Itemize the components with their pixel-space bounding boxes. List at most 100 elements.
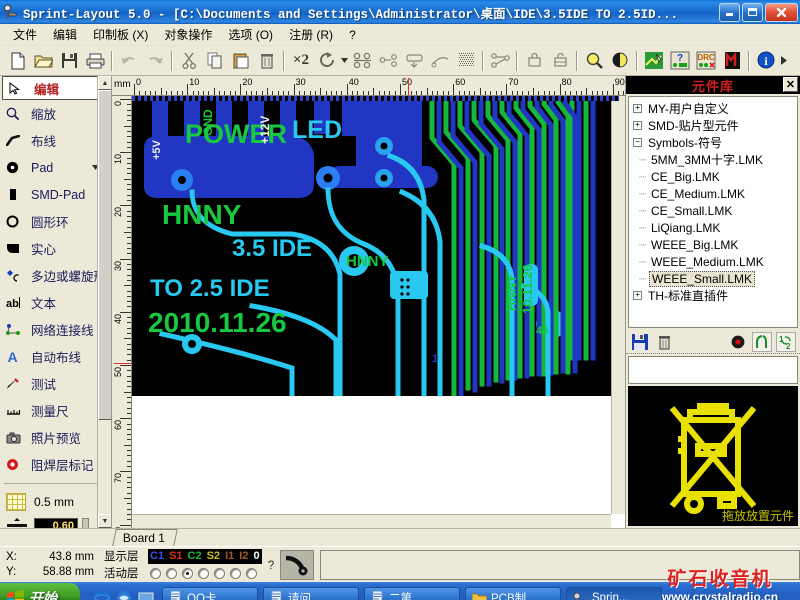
sidebar-item-solder-mask[interactable]: 阻焊层标记 <box>0 451 111 478</box>
new-file-icon[interactable] <box>4 48 30 73</box>
library-tree-leaf[interactable]: ┈ 5MM_3MM十字.LMK <box>629 151 797 168</box>
expand-icon[interactable]: + <box>633 291 642 300</box>
mirror-horizontal-icon[interactable] <box>349 48 375 73</box>
sidebar-item-photo-preview[interactable]: 照片预览 <box>0 424 111 451</box>
active-layer-radio-s1[interactable] <box>166 567 177 579</box>
layer-chip-0[interactable]: 0 <box>253 550 259 562</box>
taskbar-button[interactable]: Sprin... <box>566 586 662 600</box>
status-help-icon[interactable]: ? <box>268 558 275 572</box>
sidebar-item-smd-pad[interactable]: SMD-Pad <box>0 181 111 208</box>
library-tree-group[interactable]: + TH-标准直插件 <box>629 287 797 304</box>
menu-file[interactable]: 文件 <box>6 24 44 45</box>
library-preview[interactable]: 拖放放置元件 <box>628 386 798 526</box>
info-icon[interactable]: i <box>753 48 779 73</box>
group-icon[interactable] <box>521 48 547 73</box>
redo-icon[interactable] <box>142 48 168 73</box>
pcb-canvas-area[interactable]: mm 0 10 20 30 40 50 60 70 80 90 0 10 20 30 40 50 60 70 80 <box>112 76 625 528</box>
paste-icon[interactable] <box>228 48 254 73</box>
board-tab[interactable]: Board 1 <box>112 529 178 546</box>
active-layer-radios[interactable] <box>148 567 257 579</box>
sidebar-scroll-thumb[interactable] <box>98 90 111 420</box>
align-icon[interactable] <box>401 48 427 73</box>
internet-explorer-icon[interactable] <box>94 590 110 600</box>
record-icon[interactable] <box>728 332 748 352</box>
macro-icon[interactable] <box>719 48 745 73</box>
layer-chip-i2[interactable]: I2 <box>239 550 248 562</box>
track-width-spinner[interactable] <box>82 518 89 528</box>
taskbar-button[interactable]: 请问... <box>263 586 359 600</box>
library-tree[interactable]: + MY-用户自定义 + SMD-贴片型元件 − Symbols-符号 ┈ 5MM_3MM十字… <box>628 96 798 328</box>
canvas-horizontal-scrollbar[interactable] <box>132 514 611 528</box>
sidebar-item-solid-area[interactable]: 实心 <box>0 235 111 262</box>
flip-icon[interactable] <box>427 48 453 73</box>
menu-objects[interactable]: 对象操作 <box>157 24 219 45</box>
close-button[interactable] <box>765 2 798 22</box>
library-name-field[interactable] <box>628 356 798 384</box>
help-question-icon[interactable]: ? <box>667 48 693 73</box>
taskbar-button[interactable]: PCB制... <box>465 586 561 600</box>
sidebar-item-circle-ring[interactable]: 圆形环 <box>0 208 111 235</box>
library-tree-group[interactable]: + SMD-贴片型元件 <box>629 117 797 134</box>
connection-icon[interactable] <box>487 48 513 73</box>
grid-setting[interactable]: 0.5 mm <box>0 489 111 515</box>
active-layer-radio-s2[interactable] <box>198 567 209 579</box>
sidebar-item-autoroute[interactable]: A 自动布线 <box>0 343 111 370</box>
renumber-icon[interactable]: 12 <box>776 331 796 352</box>
taskbar-button[interactable]: 二第... <box>364 586 460 600</box>
toolbar-overflow-icon[interactable] <box>779 48 788 73</box>
library-close-button[interactable]: ✕ <box>783 77 798 92</box>
copy-icon[interactable] <box>202 48 228 73</box>
active-layer-radio-i2[interactable] <box>230 567 241 579</box>
track-tool-icon[interactable] <box>280 549 315 580</box>
layer-chip-c2[interactable]: C2 <box>188 550 202 562</box>
maximize-button[interactable] <box>742 2 763 22</box>
delete-macro-icon[interactable] <box>654 332 674 352</box>
active-layer-radio-0[interactable] <box>246 567 257 579</box>
pcb-board-view[interactable]: POWER LED GND +5V +12V HNNY 3.5 IDE TO 2… <box>132 96 619 396</box>
rotate-dropdown-icon[interactable] <box>340 48 349 73</box>
delete-icon[interactable] <box>254 48 280 73</box>
library-tree-leaf[interactable]: ┈ WEEE_Big.LMK <box>629 236 797 253</box>
ungroup-icon[interactable] <box>547 48 573 73</box>
layer-chip-i1[interactable]: I1 <box>225 550 234 562</box>
library-tree-leaf[interactable]: ┈ LiQiang.LMK <box>629 219 797 236</box>
pin-route-icon[interactable] <box>752 331 772 352</box>
start-button[interactable]: 开始 <box>0 583 80 600</box>
library-tree-leaf[interactable]: ┈ CE_Medium.LMK <box>629 185 797 202</box>
undo-icon[interactable] <box>116 48 142 73</box>
print-icon[interactable] <box>82 48 108 73</box>
menu-help[interactable]: ? <box>342 26 363 44</box>
sidebar-item-net-connection[interactable]: 网络连接线 <box>0 316 111 343</box>
save-macro-icon[interactable] <box>630 332 650 352</box>
sidebar-scroll-up-button[interactable]: ▲ <box>98 76 111 90</box>
menu-register[interactable]: 注册 (R) <box>282 24 340 45</box>
sidebar-item-polygon-spiral[interactable]: 多边或螺旋形 <box>0 262 111 289</box>
menu-options[interactable]: 选项 (O) <box>221 24 280 45</box>
library-tree-group[interactable]: − Symbols-符号 <box>629 134 797 151</box>
library-tree-group[interactable]: + MY-用户自定义 <box>629 100 797 117</box>
sidebar-scroll-down-button[interactable]: ▼ <box>98 514 111 528</box>
layer-chip-s1[interactable]: S1 <box>169 550 182 562</box>
save-file-icon[interactable] <box>56 48 82 73</box>
taskbar-button[interactable]: QQ卡... <box>162 586 258 600</box>
sidebar-item-edit[interactable]: 编辑 <box>2 76 103 100</box>
sidebar-item-track[interactable]: 布线 <box>0 127 111 154</box>
rotate-icon[interactable] <box>314 48 340 73</box>
cut-icon[interactable] <box>176 48 202 73</box>
show-desktop-icon[interactable] <box>138 590 154 600</box>
active-layer-radio-c1[interactable] <box>150 567 161 579</box>
canvas-vertical-scrollbar[interactable] <box>611 96 625 514</box>
layer-chip-c1[interactable]: C1 <box>150 550 164 562</box>
library-tree-leaf[interactable]: ┈ CE_Big.LMK <box>629 168 797 185</box>
fill-pattern-icon[interactable] <box>453 48 479 73</box>
canvas-empty-area[interactable] <box>132 396 611 514</box>
mirror-vertical-icon[interactable] <box>375 48 401 73</box>
sidebar-item-pad[interactable]: Pad <box>0 154 111 181</box>
msn-explorer-icon[interactable] <box>116 590 132 600</box>
library-tree-leaf[interactable]: ┈ WEEE_Small.LMK <box>629 270 797 287</box>
library-tree-leaf[interactable]: ┈ CE_Small.LMK <box>629 202 797 219</box>
minimize-button[interactable] <box>719 2 740 22</box>
active-layer-radio-i1[interactable] <box>214 567 225 579</box>
expand-icon[interactable]: + <box>633 104 642 113</box>
sidebar-item-text[interactable]: ab 文本 <box>0 289 111 316</box>
